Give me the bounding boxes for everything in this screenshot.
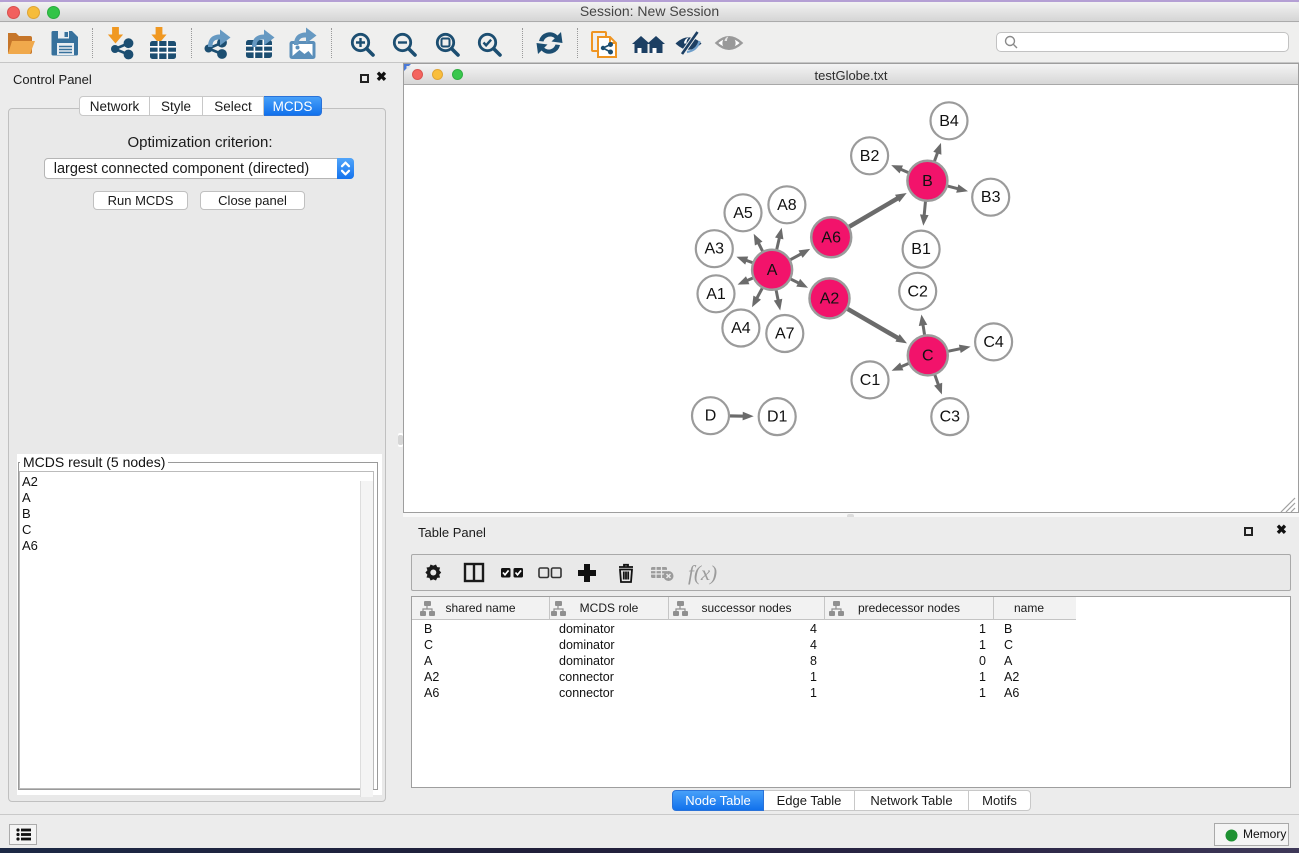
- svg-text:C1: C1: [860, 372, 881, 389]
- svg-text:C4: C4: [983, 334, 1004, 351]
- svg-text:f(x): f(x): [688, 561, 717, 585]
- svg-text:A8: A8: [777, 197, 797, 214]
- svg-text:A6: A6: [821, 229, 841, 246]
- svg-text:A2: A2: [820, 290, 840, 307]
- svg-text:B2: B2: [860, 148, 880, 165]
- svg-text:D1: D1: [767, 409, 788, 426]
- svg-text:D: D: [705, 408, 717, 425]
- svg-text:B4: B4: [939, 113, 959, 130]
- svg-text:A1: A1: [706, 286, 726, 303]
- svg-text:A5: A5: [733, 205, 753, 222]
- svg-text:A7: A7: [775, 326, 795, 343]
- svg-text:C3: C3: [940, 409, 961, 426]
- svg-text:A4: A4: [731, 320, 751, 337]
- svg-text:A3: A3: [705, 241, 725, 258]
- svg-text:B3: B3: [981, 189, 1001, 206]
- svg-text:C2: C2: [907, 283, 928, 300]
- svg-text:A: A: [767, 262, 778, 279]
- svg-text:B: B: [922, 173, 933, 190]
- svg-text:C: C: [922, 347, 934, 364]
- svg-text:B1: B1: [911, 241, 931, 258]
